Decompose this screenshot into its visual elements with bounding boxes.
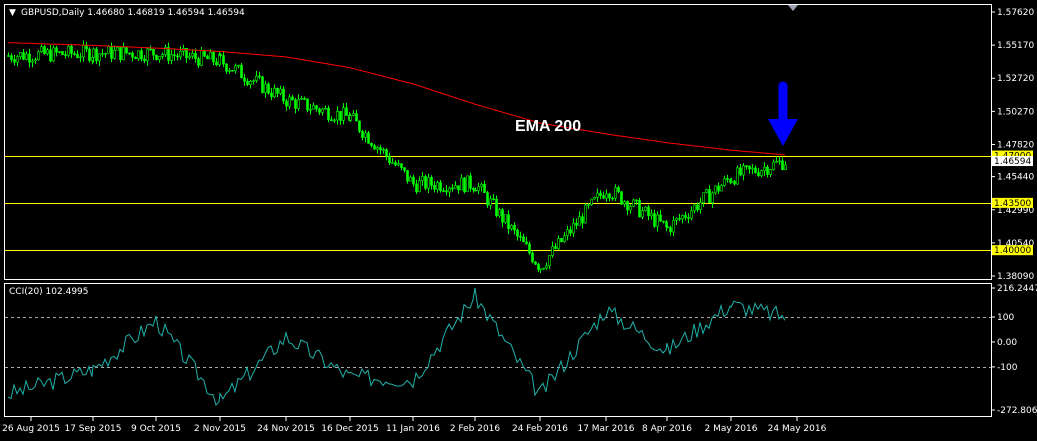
candle [267,82,270,95]
candle [584,203,587,224]
last-price-label: 1.46594 [994,157,1031,167]
forex-chart[interactable]: 1.57620 1.55170 1.52720 1.50270 1.47820 1.454… [0,0,1037,441]
date-tick-label: 2 Nov 2015 [194,424,246,434]
candle [590,198,593,206]
ema-annotation-label: EMA 200 [515,118,581,135]
candle [327,105,330,123]
cci-tick-label: 100 [997,313,1014,323]
price-tick-label: 1.47820 [997,140,1034,150]
candle [638,198,641,218]
candle [560,238,563,243]
price-tick-label: 1.52720 [997,74,1034,84]
date-tick-label: 17 Sep 2015 [64,424,121,434]
candle [88,47,91,63]
candle [358,120,361,134]
date-tick-label: 9 Oct 2015 [131,424,181,434]
hline-label-text: 1.43500 [994,199,1031,209]
candle [466,175,469,193]
date-tick-label: 24 Feb 2016 [512,424,568,434]
chart-title: GBPUSD,Daily 1.46680 1.46819 1.46594 1.4… [21,8,245,18]
candle [463,176,466,194]
candle [61,50,64,55]
price-axis: 1.57620 1.55170 1.52720 1.50270 1.47820 1.454… [991,8,1034,282]
price-tick-label: 1.55170 [997,41,1034,51]
date-tick-label: 24 Nov 2015 [257,424,315,434]
candle [620,191,623,206]
cci-tick-label: 216.2447 [997,284,1037,294]
price-tick-label: 1.50270 [997,107,1034,117]
candle [736,165,739,185]
cci-tick-label: 0.00 [997,338,1017,348]
candle [593,196,596,200]
cci-title: CCI(20) 102.4995 [9,287,89,297]
date-tick-label: 16 Dec 2015 [321,424,379,434]
candle [424,174,427,191]
candle [367,131,370,144]
cci-tick-label: -100 [997,363,1018,373]
candle [531,250,534,264]
date-tick-label: 17 Mar 2016 [577,424,634,434]
price-tick-label: 1.57620 [997,8,1034,18]
date-tick-label: 2 Feb 2016 [450,424,501,434]
date-tick-label: 26 Aug 2015 [2,424,60,434]
candle [261,75,264,94]
chart-menu-icon[interactable]: ▼ [9,8,16,18]
candle [486,190,489,208]
candle [644,206,647,212]
date-tick-label: 24 May 2016 [768,424,827,434]
price-tick-label: 1.45440 [997,173,1034,183]
candle [37,50,40,61]
price-tick-label: 1.38090 [997,272,1034,282]
chart-background [0,0,1037,441]
candle [705,188,708,194]
date-tick-label: 11 Jan 2016 [386,424,440,434]
candle [306,98,309,112]
cci-tick-label: -272.8061 [997,406,1037,416]
candle [240,63,243,79]
candle [155,54,158,61]
hline-label-text: 1.40000 [994,246,1031,256]
date-tick-label: 8 Apr 2016 [642,424,692,434]
candle [231,70,234,72]
date-tick-label: 2 May 2016 [705,424,758,434]
candle [632,198,635,208]
candle [52,45,55,63]
